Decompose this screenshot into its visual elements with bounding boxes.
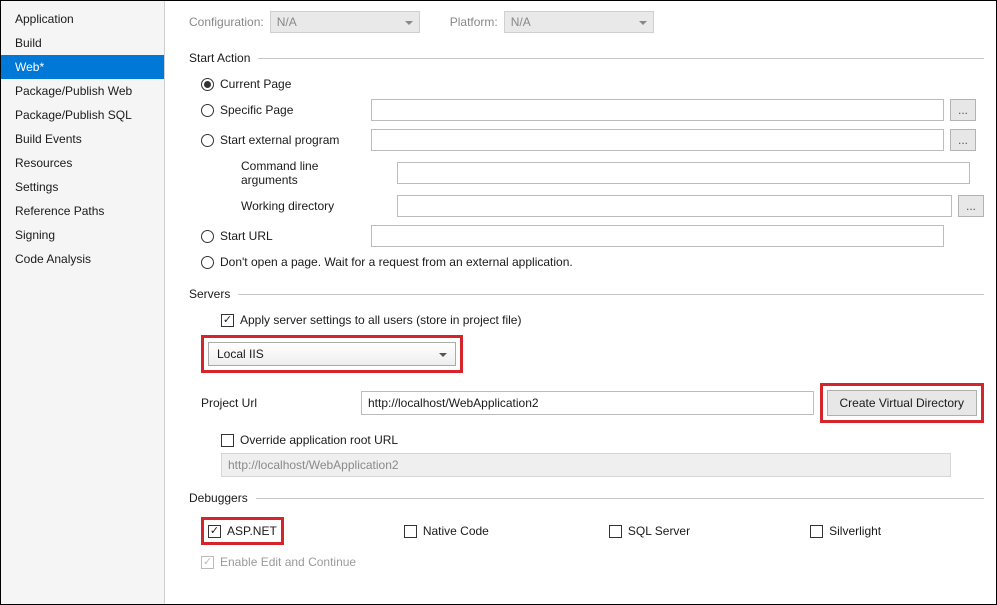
create-virtual-directory-button[interactable]: Create Virtual Directory (827, 390, 978, 416)
sidebar-item-build[interactable]: Build (1, 31, 164, 55)
configuration-label: Configuration: (189, 15, 264, 29)
aspnet-highlight: ASP.NET (201, 517, 284, 545)
sidebar-item-code-analysis[interactable]: Code Analysis (1, 247, 164, 271)
section-servers: Servers (189, 287, 984, 301)
browse-external-button[interactable]: ... (950, 129, 976, 151)
section-start-action: Start Action (189, 51, 984, 65)
main-panel: Configuration: N/A Platform: N/A Start A… (165, 1, 996, 604)
native-code-checkbox[interactable] (404, 525, 417, 538)
enable-edit-continue-label: Enable Edit and Continue (220, 555, 356, 569)
override-root-url-label: Override application root URL (240, 433, 398, 447)
sidebar-item-reference-paths[interactable]: Reference Paths (1, 199, 164, 223)
sidebar-item-application[interactable]: Application (1, 7, 164, 31)
start-external-label: Start external program (220, 133, 339, 147)
section-debuggers: Debuggers (189, 491, 984, 505)
sidebar-item-resources[interactable]: Resources (1, 151, 164, 175)
sidebar-item-package-publish-sql[interactable]: Package/Publish SQL (1, 103, 164, 127)
current-page-label: Current Page (220, 77, 291, 91)
sidebar: Application Build Web* Package/Publish W… (1, 1, 165, 604)
browse-workdir-button[interactable]: ... (958, 195, 984, 217)
override-root-url-input: http://localhost/WebApplication2 (221, 453, 951, 477)
browse-specific-page-button[interactable]: ... (950, 99, 976, 121)
sql-server-checkbox[interactable] (609, 525, 622, 538)
sidebar-item-package-publish-web[interactable]: Package/Publish Web (1, 79, 164, 103)
radio-start-url[interactable] (201, 230, 214, 243)
override-root-url-checkbox[interactable] (221, 434, 234, 447)
server-select-highlight: Local IIS (201, 335, 463, 373)
apply-server-settings-checkbox[interactable] (221, 314, 234, 327)
radio-specific-page[interactable] (201, 104, 214, 117)
create-vd-highlight: Create Virtual Directory (820, 383, 985, 423)
radio-dont-open[interactable] (201, 256, 214, 269)
sidebar-item-build-events[interactable]: Build Events (1, 127, 164, 151)
config-row: Configuration: N/A Platform: N/A (189, 11, 984, 33)
configuration-select[interactable]: N/A (270, 11, 420, 33)
start-url-label: Start URL (220, 229, 273, 243)
start-action-title: Start Action (189, 51, 250, 65)
sidebar-item-signing[interactable]: Signing (1, 223, 164, 247)
project-url-label: Project Url (201, 396, 361, 410)
cmd-args-input[interactable] (397, 162, 970, 184)
platform-label: Platform: (450, 15, 498, 29)
cmd-args-label: Command line arguments (241, 159, 371, 187)
sidebar-item-web[interactable]: Web* (1, 55, 164, 79)
work-dir-label: Working directory (241, 199, 334, 213)
specific-page-label: Specific Page (220, 103, 293, 117)
enable-edit-continue-checkbox (201, 556, 214, 569)
platform-select[interactable]: N/A (504, 11, 654, 33)
start-url-input[interactable] (371, 225, 944, 247)
external-program-input[interactable] (371, 129, 944, 151)
aspnet-checkbox[interactable] (208, 525, 221, 538)
radio-start-external[interactable] (201, 134, 214, 147)
specific-page-input[interactable] (371, 99, 944, 121)
debuggers-title: Debuggers (189, 491, 248, 505)
server-select[interactable]: Local IIS (208, 342, 456, 366)
dont-open-label: Don't open a page. Wait for a request fr… (220, 255, 573, 269)
apply-server-settings-label: Apply server settings to all users (stor… (240, 313, 521, 327)
sidebar-item-settings[interactable]: Settings (1, 175, 164, 199)
silverlight-checkbox[interactable] (810, 525, 823, 538)
work-dir-input[interactable] (397, 195, 952, 217)
servers-title: Servers (189, 287, 230, 301)
aspnet-label: ASP.NET (227, 524, 277, 538)
project-url-input[interactable]: http://localhost/WebApplication2 (361, 391, 814, 415)
radio-current-page[interactable] (201, 78, 214, 91)
sql-server-label: SQL Server (628, 524, 690, 538)
silverlight-label: Silverlight (829, 524, 881, 538)
native-code-label: Native Code (423, 524, 489, 538)
